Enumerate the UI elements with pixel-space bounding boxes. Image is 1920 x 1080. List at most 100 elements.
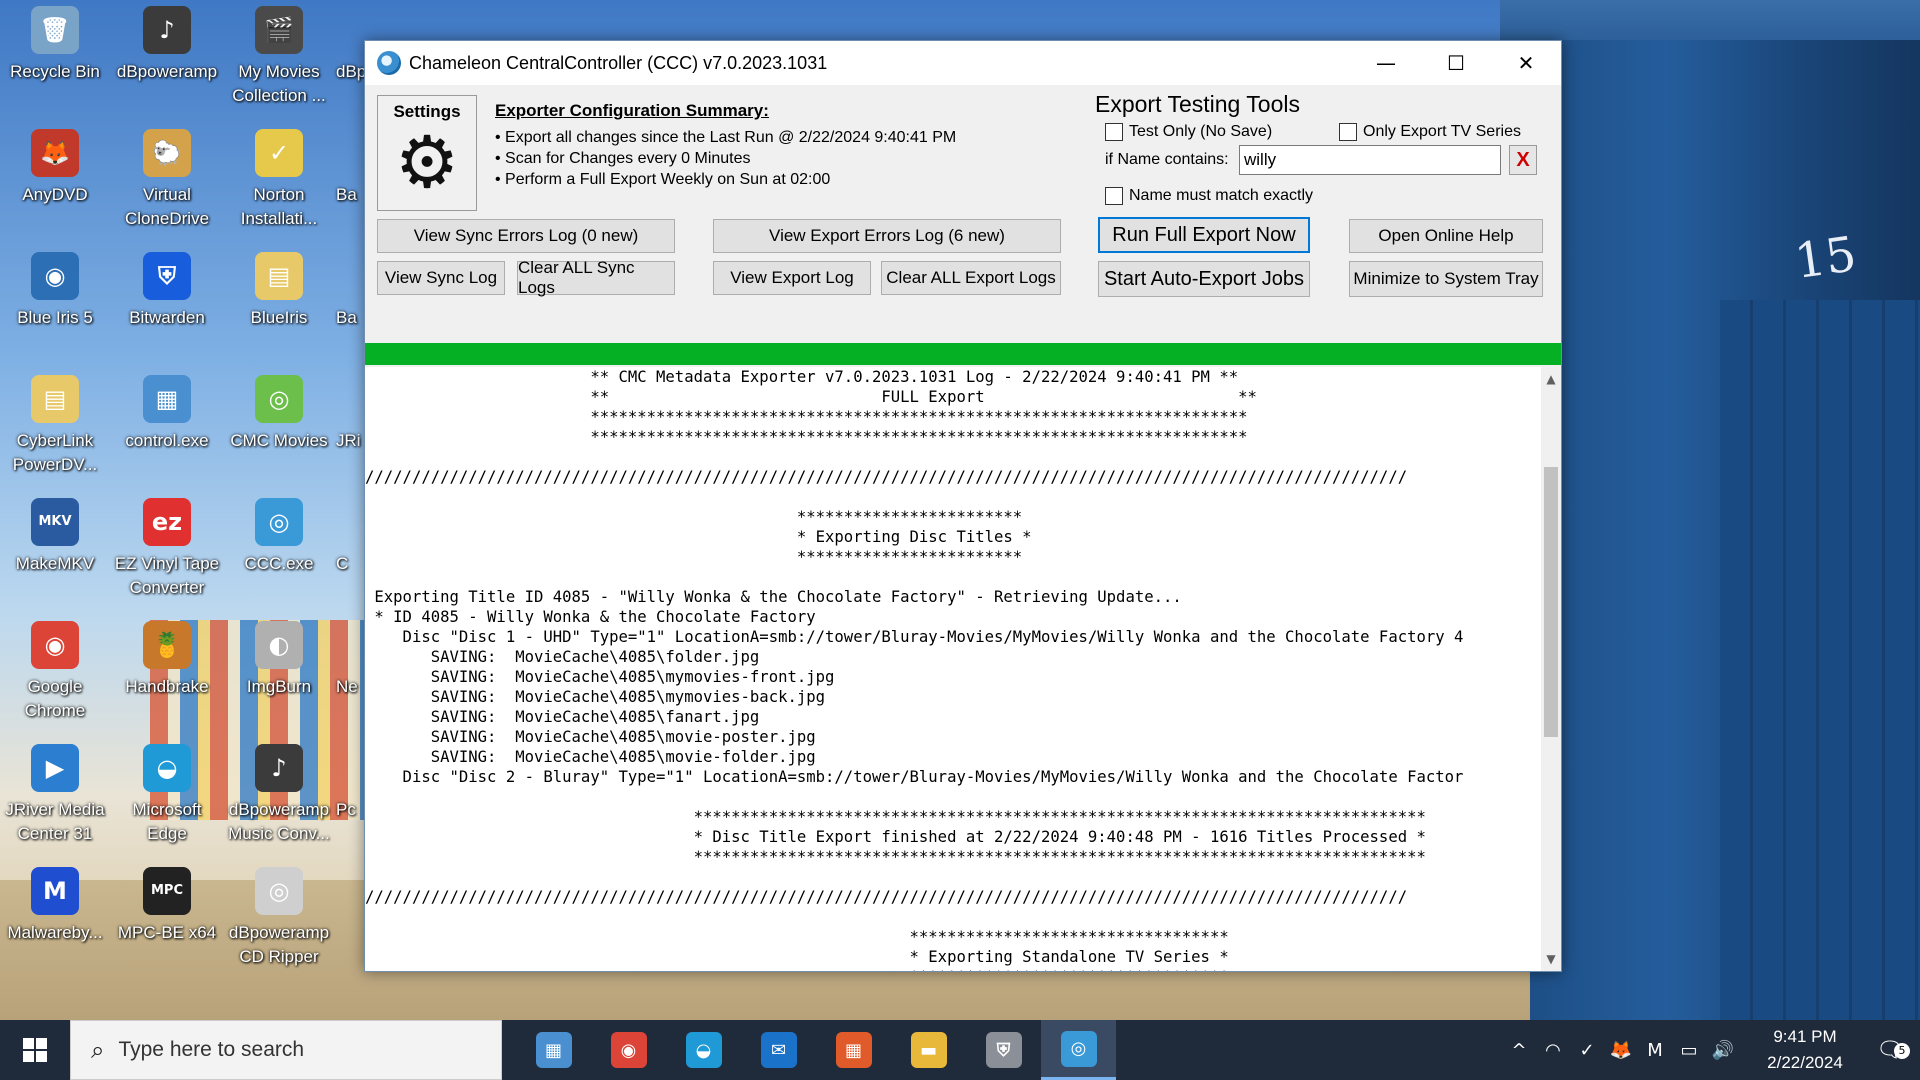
taskbar-app-mail[interactable]: ✉ bbox=[741, 1020, 816, 1080]
test-only-option[interactable]: Test Only (No Save) bbox=[1105, 123, 1272, 141]
desktop-icon[interactable]: M Malwareby... bbox=[0, 867, 110, 945]
view-sync-errors-button[interactable]: View Sync Errors Log (0 new) bbox=[377, 219, 675, 253]
window-title: Chameleon CentralController (CCC) v7.0.2… bbox=[409, 52, 828, 73]
minimize-button[interactable]: — bbox=[1351, 41, 1421, 85]
start-button[interactable] bbox=[0, 1020, 70, 1080]
desktop-icon[interactable]: 🍍 Handbrake bbox=[112, 621, 222, 699]
tray-icon[interactable]: ◠ bbox=[1536, 1040, 1570, 1061]
desktop-icon[interactable]: 🐑 Virtual CloneDrive bbox=[112, 129, 222, 231]
app-icon: ▤ bbox=[255, 252, 303, 300]
app-icon: ♪ bbox=[255, 744, 303, 792]
desktop-icon[interactable]: ◉ Blue Iris 5 bbox=[0, 252, 110, 330]
minimize-to-tray-button[interactable]: Minimize to System Tray bbox=[1349, 261, 1543, 297]
desktop-icon[interactable]: 🗑 Recycle Bin bbox=[0, 6, 110, 84]
desktop-icon[interactable]: ✓ Norton Installati... bbox=[224, 129, 334, 231]
tray-icon[interactable]: ✓ bbox=[1570, 1040, 1604, 1061]
taskbar-app-chrome[interactable]: ◉ bbox=[591, 1020, 666, 1080]
only-tv-checkbox[interactable] bbox=[1339, 123, 1357, 141]
only-tv-option[interactable]: Only Export TV Series bbox=[1339, 123, 1521, 141]
log-scrollbar[interactable]: ▲ ▼ bbox=[1541, 367, 1561, 971]
exact-match-option[interactable]: Name must match exactly bbox=[1105, 187, 1313, 205]
desktop-icon[interactable]: ◐ ImgBurn bbox=[224, 621, 334, 699]
taskbar-app-store[interactable]: ▦ bbox=[816, 1020, 891, 1080]
desktop-icon[interactable]: ⛨ Bitwarden bbox=[112, 252, 222, 330]
taskbar-search[interactable]: ⌕ Type here to search bbox=[70, 1020, 502, 1080]
taskbar-app-control-panel[interactable]: ▦ bbox=[516, 1020, 591, 1080]
log-line: ************************ bbox=[365, 508, 1023, 526]
view-export-errors-button[interactable]: View Export Errors Log (6 new) bbox=[713, 219, 1061, 253]
export-log-textbox[interactable]: ** CMC Metadata Exporter v7.0.2023.1031 … bbox=[365, 367, 1541, 971]
ccc-app-icon bbox=[377, 51, 401, 75]
run-full-export-button[interactable]: Run Full Export Now bbox=[1098, 217, 1310, 253]
desktop-icon[interactable]: ▤ CyberLink PowerDV... bbox=[0, 375, 110, 477]
app-icon: ✓ bbox=[255, 129, 303, 177]
maximize-button[interactable]: ☐ bbox=[1421, 41, 1491, 85]
app-icon: 🍍 bbox=[143, 621, 191, 669]
clock-time: 9:41 PM bbox=[1773, 1027, 1837, 1046]
taskbar-app-bitwarden[interactable]: ⛨ bbox=[966, 1020, 1041, 1080]
desktop-icon-label: EZ Vinyl Tape Converter bbox=[114, 554, 220, 597]
log-line: ****************************************… bbox=[365, 428, 1248, 446]
desktop-icon-label: JRiver Media Center 31 bbox=[5, 800, 105, 843]
desktop-icon[interactable]: MKV MakeMKV bbox=[0, 498, 110, 576]
log-line: ****************************************… bbox=[365, 808, 1426, 826]
taskbar-app-file-explorer[interactable]: ▬ bbox=[891, 1020, 966, 1080]
tray-icons: ^ ◠ ✓ 🦊 M ▭ 🔊 bbox=[1502, 1040, 1740, 1061]
desktop-icon-label: CCC.exe bbox=[244, 554, 314, 573]
clear-export-logs-button[interactable]: Clear ALL Export Logs bbox=[881, 261, 1061, 295]
name-contains-input[interactable] bbox=[1239, 145, 1501, 175]
desktop-icon[interactable]: ▤ BlueIris bbox=[224, 252, 334, 330]
notification-center-icon[interactable]: 🗨 5 bbox=[1860, 1038, 1920, 1063]
log-line: ////////////////////////////////////////… bbox=[365, 468, 1408, 486]
test-only-checkbox[interactable] bbox=[1105, 123, 1123, 141]
tray-icon[interactable]: M bbox=[1638, 1040, 1672, 1061]
tray-icon[interactable]: 🔊 bbox=[1706, 1040, 1740, 1061]
taskbar-app-edge[interactable]: ◒ bbox=[666, 1020, 741, 1080]
tray-icon[interactable]: ▭ bbox=[1672, 1040, 1706, 1061]
desktop-icon[interactable]: 🦊 AnyDVD bbox=[0, 129, 110, 207]
desktop-icon[interactable]: ♪ dBpoweramp Music Conv... bbox=[224, 744, 334, 846]
desktop-icon-label: Virtual CloneDrive bbox=[124, 185, 210, 228]
tray-icon[interactable]: 🦊 bbox=[1604, 1040, 1638, 1061]
taskbar-app-ccc[interactable]: ◎ bbox=[1041, 1020, 1116, 1080]
clear-sync-logs-button[interactable]: Clear ALL Sync Logs bbox=[517, 258, 675, 297]
desktop-icon[interactable]: ez EZ Vinyl Tape Converter bbox=[112, 498, 222, 600]
desktop-icon[interactable]: ◎ CCC.exe bbox=[224, 498, 334, 576]
desktop-icon-label: Handbrake bbox=[125, 677, 209, 696]
view-sync-log-button[interactable]: View Sync Log bbox=[377, 261, 505, 295]
desktop-icon[interactable]: ◒ Microsoft Edge bbox=[112, 744, 222, 846]
close-button[interactable]: ✕ bbox=[1491, 41, 1561, 85]
settings-button[interactable]: Settings ⚙ bbox=[377, 95, 477, 211]
exact-match-checkbox[interactable] bbox=[1105, 187, 1123, 205]
title-bar[interactable]: Chameleon CentralController (CCC) v7.0.2… bbox=[365, 41, 1561, 85]
app-icon: ◐ bbox=[255, 621, 303, 669]
ccc-icon: ◎ bbox=[1060, 1030, 1097, 1067]
app-icon: ez bbox=[143, 498, 191, 546]
app-icon: MKV bbox=[31, 498, 79, 546]
view-export-log-button[interactable]: View Export Log bbox=[713, 261, 871, 295]
tray-icon[interactable]: ^ bbox=[1502, 1040, 1536, 1061]
app-icon: ◎ bbox=[255, 375, 303, 423]
open-online-help-button[interactable]: Open Online Help bbox=[1349, 219, 1543, 253]
clear-name-button[interactable]: X bbox=[1509, 145, 1537, 175]
gear-icon: ⚙ bbox=[394, 120, 460, 204]
desktop-icon[interactable]: ◎ dBpoweramp CD Ripper bbox=[224, 867, 334, 969]
desktop-icon[interactable]: 🎬 My Movies Collection ... bbox=[224, 6, 334, 108]
start-auto-export-button[interactable]: Start Auto-Export Jobs bbox=[1098, 261, 1310, 297]
desktop-icon-label: dBpoweramp Music Conv... bbox=[228, 800, 330, 843]
desktop-icon[interactable]: ♪ dBpoweramp bbox=[112, 6, 222, 84]
app-icon: ♪ bbox=[143, 6, 191, 54]
scroll-up-icon[interactable]: ▲ bbox=[1541, 369, 1561, 389]
desktop-icon[interactable]: ▦ control.exe bbox=[112, 375, 222, 453]
app-icon: ◎ bbox=[255, 498, 303, 546]
scroll-down-icon[interactable]: ▼ bbox=[1541, 949, 1561, 969]
desktop-icon[interactable]: MPC MPC-BE x64 bbox=[112, 867, 222, 945]
desktop-icon-label: MPC-BE x64 bbox=[117, 923, 217, 942]
app-icon: ▶ bbox=[31, 744, 79, 792]
scroll-thumb[interactable] bbox=[1544, 467, 1558, 737]
taskbar-clock[interactable]: 9:41 PM 2/22/2024 bbox=[1750, 1024, 1860, 1076]
desktop-icon[interactable]: ◎ CMC Movies bbox=[224, 375, 334, 453]
desktop-icon[interactable]: ◉ Google Chrome bbox=[0, 621, 110, 723]
app-icon: 🎬 bbox=[255, 6, 303, 54]
desktop-icon[interactable]: ▶ JRiver Media Center 31 bbox=[0, 744, 110, 846]
